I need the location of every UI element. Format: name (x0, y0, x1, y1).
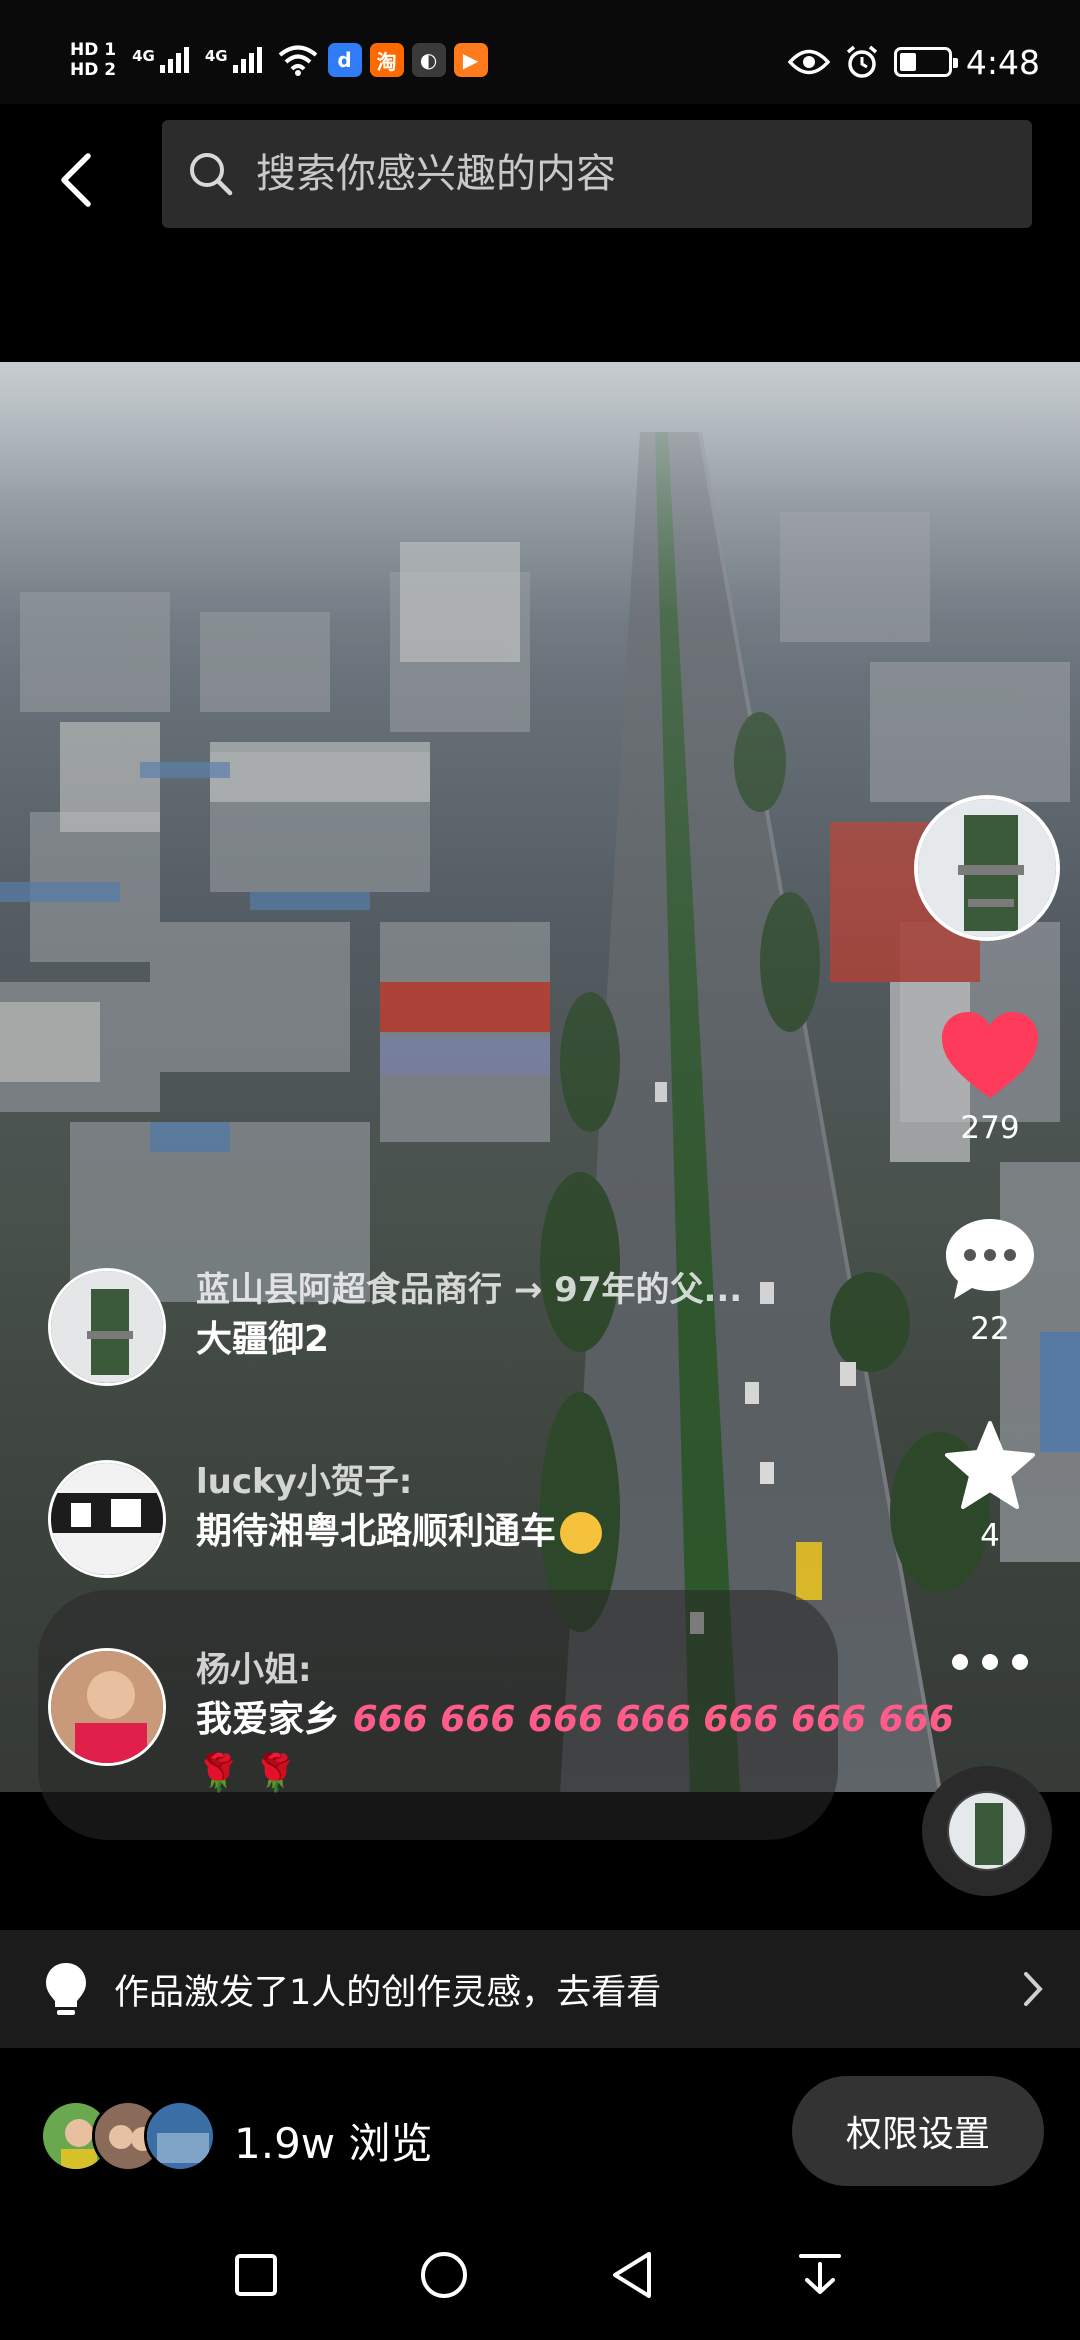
back-button[interactable] (40, 144, 112, 216)
comment-item[interactable]: 蓝山县阿超食品商行 → 97年的父... 大疆御2 (48, 1268, 742, 1386)
circle-icon (421, 2252, 467, 2298)
music-disc[interactable] (922, 1766, 1052, 1896)
favorite-button[interactable]: 4 (920, 1420, 1060, 1554)
comment-bubble-icon (946, 1219, 1034, 1299)
like-button[interactable]: 279 (920, 1010, 1060, 1146)
back-nav-button[interactable] (592, 2240, 672, 2310)
like-count: 279 (960, 1110, 1020, 1146)
status-bar: HD 1 HD 2 4G 4G d 淘 ◐ ▶ 4:48 (0, 0, 1080, 104)
comment-button[interactable]: 22 (920, 1215, 1060, 1347)
star-icon (945, 1421, 1035, 1509)
signal-icon: 4G (132, 47, 189, 73)
viewer-avatar (144, 2100, 216, 2172)
signal-icon-2: 4G (205, 47, 262, 73)
comment-emoji-666: 666 666 666 666 666 666 666 (352, 1699, 954, 1740)
comment-avatar[interactable] (48, 1648, 166, 1766)
comment-count: 22 (970, 1311, 1010, 1347)
viewer-avatars[interactable] (40, 2100, 216, 2172)
comment-username: lucky小贺子: (196, 1462, 413, 1502)
comment-username: 蓝山县阿超食品商行 → 97年的父... (196, 1270, 743, 1310)
more-dots-icon (952, 1654, 1028, 1670)
triangle-back-icon (613, 2252, 651, 2298)
square-icon (235, 2254, 277, 2296)
app-icon-ball: ◐ (411, 43, 446, 77)
eye-icon (787, 49, 830, 75)
comment-username: 杨小姐: (196, 1650, 312, 1690)
search-bar[interactable] (162, 120, 1032, 228)
comment-avatar[interactable] (48, 1460, 166, 1578)
hd-indicator: HD 1 HD 2 (70, 40, 117, 80)
comment-text: 我爱家乡 666 666 666 666 666 666 666 (196, 1699, 954, 1740)
chevron-left-icon (61, 153, 91, 207)
lightbulb-icon (46, 1963, 86, 2015)
more-button[interactable] (920, 1650, 1060, 1678)
notification-pull-button[interactable] (780, 2240, 860, 2310)
grinning-emoji-icon (560, 1512, 603, 1554)
inspiration-text: 作品激发了1人的创作灵感，去看看 (114, 1972, 662, 2013)
clock: 4:48 (965, 42, 1040, 82)
app-icon-blue: d (327, 43, 362, 77)
wifi-icon (278, 45, 317, 76)
comment-item[interactable]: 杨小姐: 我爱家乡 666 666 666 666 666 666 666 🌹 … (48, 1648, 954, 1800)
home-button[interactable] (404, 2240, 484, 2310)
heart-icon (942, 1012, 1038, 1098)
chevron-right-icon (1024, 1972, 1043, 2006)
music-disc-avatar (947, 1791, 1027, 1871)
alarm-icon (846, 45, 878, 78)
download-arrow-icon (799, 2254, 841, 2294)
rose-emoji-icon: 🌹 🌹 (196, 1753, 299, 1794)
favorite-count: 4 (980, 1518, 1000, 1554)
stats-row: 1.9w 浏览 权限设置 (0, 2060, 1080, 2210)
comment-item[interactable]: lucky小贺子: 期待湘粤北路顺利通车 (48, 1460, 603, 1578)
author-avatar[interactable] (914, 795, 1060, 941)
view-count: 1.9w 浏览 (234, 2119, 433, 2168)
comment-avatar[interactable] (48, 1268, 166, 1386)
recent-apps-button[interactable] (216, 2240, 296, 2310)
app-icon-play: ▶ (453, 43, 488, 77)
top-nav (0, 104, 1080, 254)
permission-settings-button[interactable]: 权限设置 (792, 2076, 1044, 2186)
battery-icon (893, 47, 958, 77)
search-input[interactable] (256, 151, 1016, 197)
comment-text: 期待湘粤北路顺利通车 (196, 1506, 603, 1558)
comment-text: 大疆御2 (196, 1319, 330, 1360)
system-nav-bar (0, 2210, 1080, 2340)
search-icon (190, 153, 233, 196)
app-icon-taobao: 淘 (369, 43, 404, 77)
inspiration-banner[interactable]: 作品激发了1人的创作灵感，去看看 (0, 1930, 1080, 2048)
